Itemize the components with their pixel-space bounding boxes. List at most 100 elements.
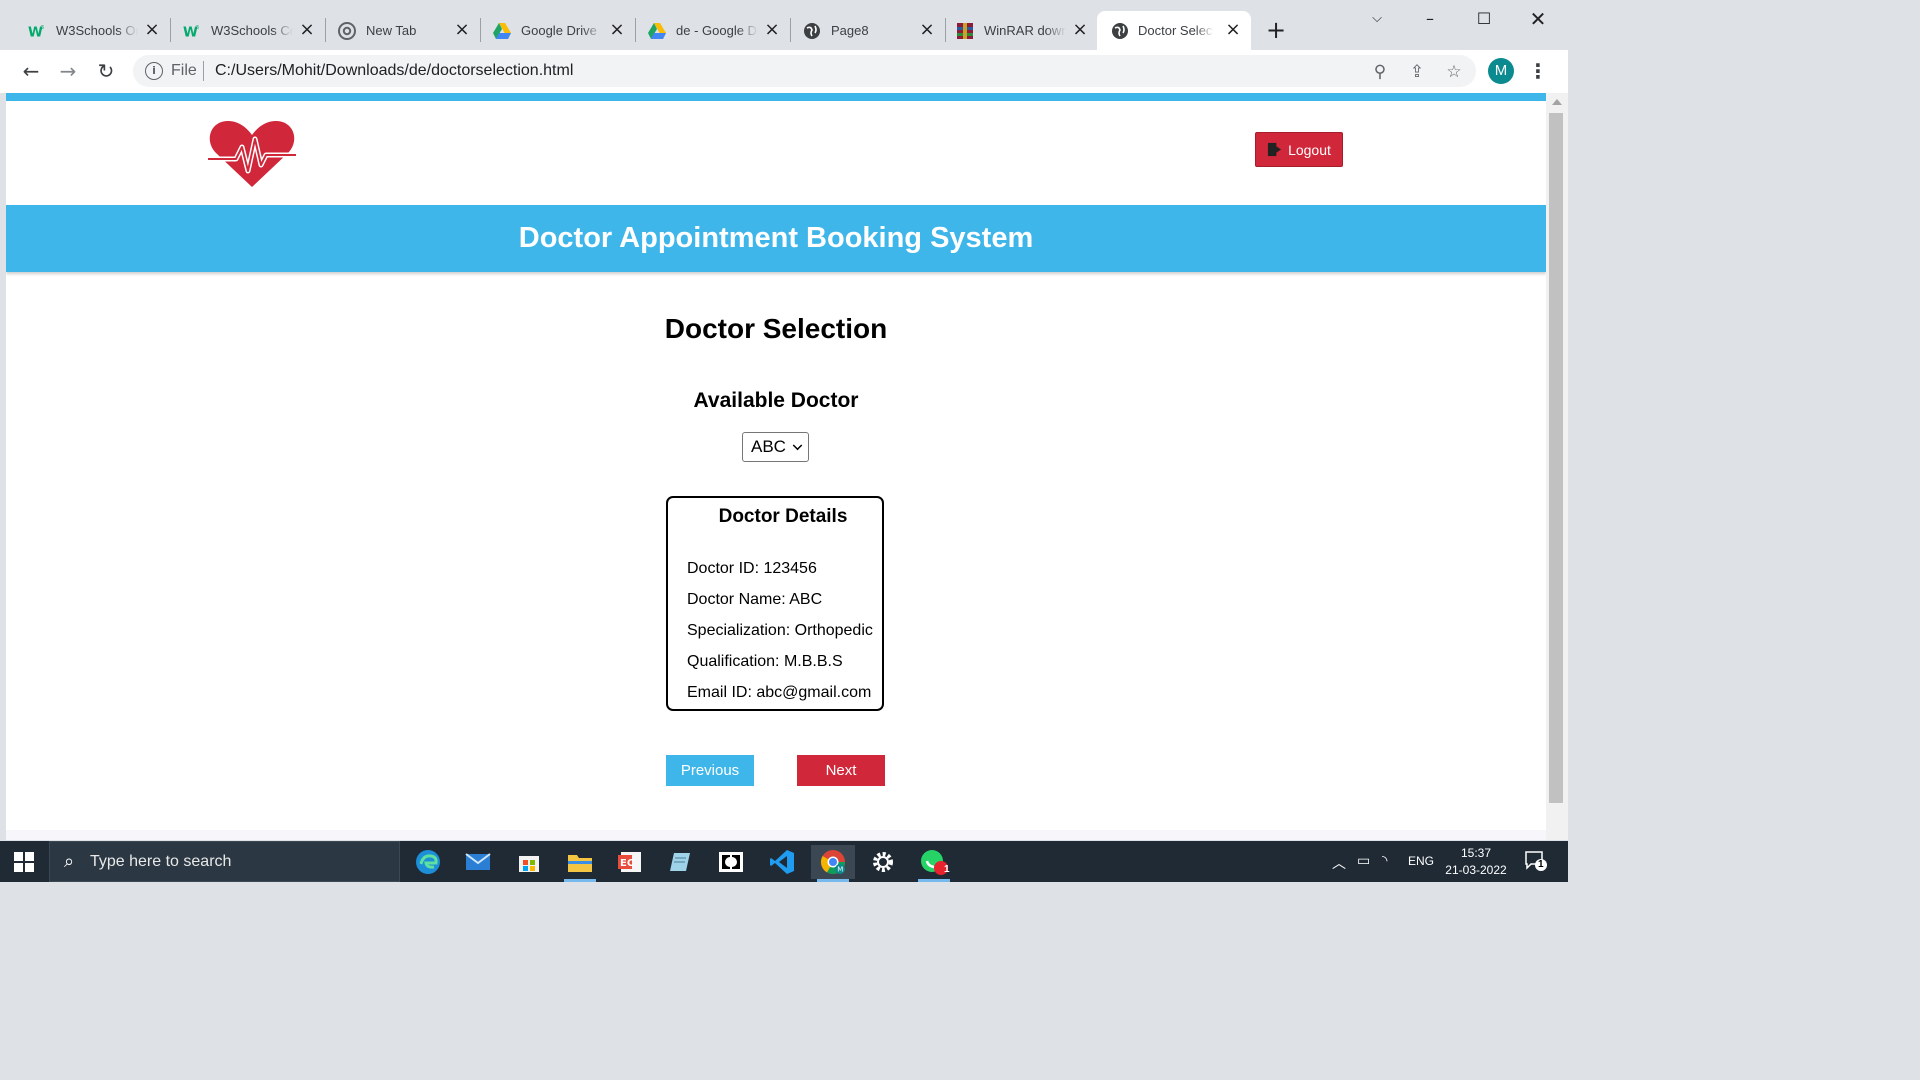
system-title: Doctor Appointment Booking System	[518, 222, 1034, 254]
tab-page8[interactable]: Page8 ×	[775, 11, 945, 50]
logout-label: Logout	[1288, 141, 1331, 158]
logout-button[interactable]: Logout	[1255, 132, 1343, 167]
search-icon: ⌕	[64, 851, 75, 872]
forward-icon[interactable]: →	[53, 56, 83, 86]
presentation-app-icon[interactable]: EC	[608, 845, 652, 879]
taskbar-search-box[interactable]: ⌕ Type here to search	[49, 841, 400, 882]
google-drive-icon	[648, 22, 666, 40]
next-button[interactable]: Next	[797, 755, 885, 786]
globe-icon	[1111, 22, 1129, 40]
language-indicator[interactable]: ENG	[1408, 854, 1434, 868]
share-icon[interactable]: ⇪	[1406, 61, 1428, 83]
winrar-icon	[956, 22, 974, 40]
tab-w3schools-online[interactable]: W3 W3Schools Online Web Tutorials ×	[0, 11, 170, 50]
top-accent-stripe	[6, 93, 1546, 101]
tab-de-google-drive[interactable]: de - Google Drive ×	[620, 11, 790, 50]
doctor-name-row: Doctor Name: ABC	[687, 591, 823, 608]
specialization-row: Specialization: Orthopedic	[687, 622, 873, 639]
file-explorer-icon[interactable]	[558, 845, 602, 882]
maximize-icon[interactable]: ☐	[1461, 6, 1507, 32]
address-divider	[203, 61, 204, 81]
tray-chevron-up-icon[interactable]: ︿	[1332, 853, 1346, 873]
tab-label: New Tab	[366, 23, 417, 38]
svg-text:M: M	[837, 866, 843, 874]
notepad-icon[interactable]	[658, 845, 702, 879]
search-placeholder: Type here to search	[90, 853, 232, 870]
scroll-thumb[interactable]	[1549, 113, 1563, 803]
clock-time: 15:37	[1460, 846, 1492, 860]
windows-start-icon[interactable]	[14, 852, 34, 872]
doctor-select[interactable]: ABC	[742, 432, 809, 462]
tab-doctor-selection[interactable]: Doctor Selection ×	[1097, 11, 1251, 50]
tab-label: W3Schools Online Web Tutorials	[56, 23, 138, 38]
tab-new-tab[interactable]: New Tab ×	[310, 11, 480, 50]
tab-google-drive[interactable]: Google Drive ×	[465, 11, 635, 50]
tab-winrar[interactable]: WinRAR download ×	[928, 11, 1098, 50]
browser-toolbar: ← → ↻ i File C:/Users/Mohit/Downloads/de…	[0, 50, 1568, 93]
tab-label: Google Drive	[521, 23, 597, 38]
zoom-icon[interactable]: ⚲	[1369, 61, 1391, 83]
w3schools-icon: W3	[183, 22, 201, 40]
new-tab-icon[interactable]: +	[1264, 16, 1288, 44]
previous-button[interactable]: Previous	[666, 755, 754, 786]
scheme-label: File	[171, 62, 197, 79]
edge-icon[interactable]	[406, 845, 450, 879]
taskbar-clock[interactable]: 15:37 21-03-2022	[1440, 845, 1512, 879]
menu-icon[interactable]: ⋮	[1528, 58, 1548, 84]
system-header-band: Doctor Appointment Booking System	[6, 205, 1546, 272]
globe-icon	[803, 22, 821, 40]
page-footer-strip	[6, 830, 1546, 840]
windows-taskbar: ⌕ Type here to search EC M 1 ︿ ▭ ◝ ENG 1…	[0, 841, 1568, 882]
doctor-details-heading: Doctor Details	[718, 506, 848, 527]
battery-icon[interactable]: ▭	[1357, 853, 1370, 869]
page-title: Doctor Selection	[664, 313, 888, 344]
page-viewport: Logout Doctor Appointment Booking System…	[6, 93, 1546, 840]
notification-count: 1	[1538, 859, 1544, 870]
logout-icon	[1268, 142, 1282, 157]
svg-text:3: 3	[41, 25, 44, 31]
chevron-down-icon	[792, 440, 803, 451]
w3schools-icon: W3	[28, 22, 46, 40]
vscode-icon[interactable]	[760, 845, 804, 879]
svg-text:EC: EC	[620, 858, 634, 869]
clock-date: 21-03-2022	[1445, 863, 1507, 877]
tab-label: WinRAR download	[984, 23, 1066, 38]
url-text[interactable]: C:/Users/Mohit/Downloads/de/doctorselect…	[215, 62, 573, 80]
window-close-icon[interactable]: ✕	[1515, 6, 1561, 32]
tab-search-chevron-icon[interactable]: ⌵	[1354, 6, 1400, 32]
tab-label: Page8	[831, 23, 869, 38]
address-bar[interactable]: i File C:/Users/Mohit/Downloads/de/docto…	[133, 55, 1476, 87]
settings-gear-icon[interactable]	[861, 845, 905, 879]
svg-text:3: 3	[196, 25, 199, 31]
dolby-icon[interactable]	[709, 845, 753, 879]
back-icon[interactable]: ←	[16, 56, 46, 86]
mail-icon[interactable]	[456, 845, 500, 879]
whatsapp-icon[interactable]: 1	[912, 845, 956, 882]
tab-label: Doctor Selection	[1138, 23, 1214, 38]
heart-pulse-logo	[206, 117, 298, 189]
close-icon[interactable]: ×	[1070, 20, 1090, 40]
tab-label: de - Google Drive	[676, 23, 758, 38]
google-drive-icon	[493, 22, 511, 40]
tab-w3schools-compiler[interactable]: W3 W3Schools Compiler ×	[155, 11, 325, 50]
wifi-icon[interactable]: ◝	[1382, 853, 1387, 869]
qualification-row: Qualification: M.B.B.S	[687, 653, 843, 670]
doctor-id-row: Doctor ID: 123456	[687, 560, 817, 577]
scroll-up-arrow-icon[interactable]	[1552, 99, 1562, 105]
close-icon[interactable]: ×	[1223, 20, 1243, 40]
doctor-details-card: Doctor Details Doctor ID: 123456 Doctor …	[666, 496, 884, 711]
email-row: Email ID: abc@gmail.com	[687, 684, 872, 701]
bookmark-star-icon[interactable]: ☆	[1443, 61, 1465, 83]
chrome-taskbar-icon[interactable]: M	[811, 845, 855, 882]
notification-center-icon[interactable]: 1	[1525, 851, 1547, 871]
store-icon[interactable]	[507, 845, 551, 879]
reload-icon[interactable]: ↻	[91, 56, 121, 86]
info-icon[interactable]: i	[145, 62, 163, 80]
available-doctor-label: Available Doctor	[693, 389, 859, 412]
chrome-icon	[338, 22, 356, 40]
tab-label: W3Schools Compiler	[211, 23, 293, 38]
minimize-icon[interactable]: –	[1407, 6, 1453, 32]
profile-avatar[interactable]: M	[1488, 58, 1514, 84]
doctor-select-value: ABC	[751, 437, 786, 456]
vertical-scrollbar[interactable]	[1546, 93, 1568, 840]
